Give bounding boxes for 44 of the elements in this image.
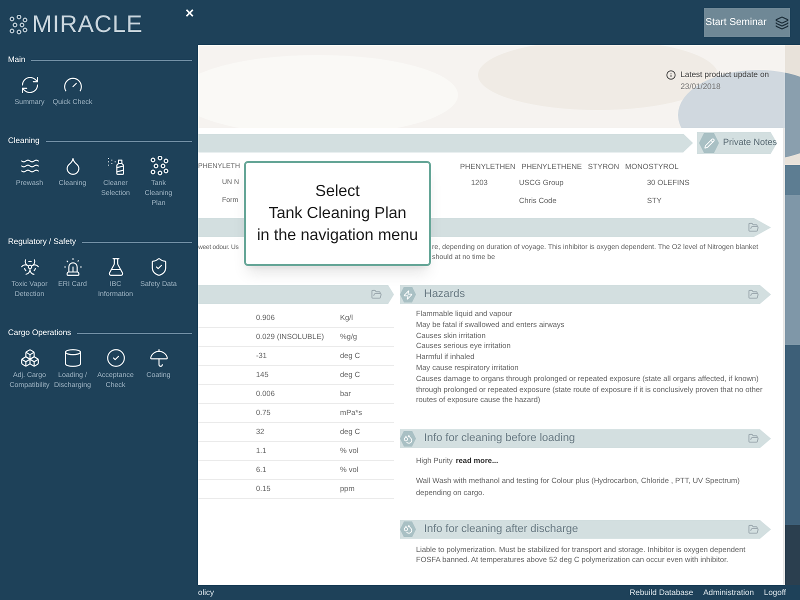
section-title: Info for cleaning after discharge (424, 522, 578, 538)
cylinder-icon (62, 348, 82, 368)
private-notes-button[interactable]: Private Notes (697, 132, 778, 154)
section-title: Info for cleaning before loading (424, 431, 576, 446)
section-header[interactable]: Info for cleaning before loading (400, 429, 772, 448)
folder-icon[interactable] (748, 433, 760, 444)
folder-icon[interactable] (748, 289, 760, 300)
tooltip-line: in the navigation menu (257, 226, 418, 246)
droplets-icon (403, 434, 413, 444)
siren-icon (62, 257, 82, 277)
section-heading: Cargo Operations (8, 327, 72, 339)
biohazard-icon (20, 257, 40, 277)
tooltip-line: Tank Cleaning Plan (268, 204, 406, 224)
update-date: 23/01/2018 (680, 81, 722, 93)
section-heading: Regulatory / Safety (8, 236, 76, 248)
folder-icon[interactable] (371, 289, 382, 300)
footer-link[interactable]: Administration (703, 586, 754, 598)
refresh-icon (20, 75, 40, 95)
app-logo: MIRACLE (32, 10, 143, 40)
tooltip-line: Select (315, 182, 360, 202)
section-title: Hazards (424, 287, 465, 302)
pencil-icon (704, 138, 714, 148)
section-heading: Main (8, 54, 26, 66)
folder-icon[interactable] (748, 524, 760, 535)
footer-link[interactable]: Rebuild Database (630, 586, 694, 598)
layers-icon (774, 16, 789, 30)
lightning-icon (403, 290, 413, 300)
logo-icon (8, 14, 28, 34)
info-icon (666, 70, 676, 80)
section-heading: Cleaning (8, 135, 40, 147)
folder-icon[interactable] (748, 222, 760, 233)
footer-link[interactable]: olicy (198, 586, 214, 598)
section-header[interactable]: Hazards (400, 285, 772, 304)
dots-icon (148, 156, 168, 176)
start-seminar-button[interactable]: Start Seminar (704, 8, 790, 37)
footer-link[interactable]: Logoff (764, 586, 786, 598)
update-label: Latest product update on (680, 69, 769, 81)
umbrella-icon (148, 348, 168, 368)
check-circle-icon (106, 348, 126, 368)
droplets-icon (403, 524, 413, 534)
section-header[interactable]: Info for cleaning after discharge (400, 520, 772, 539)
close-button[interactable]: × (185, 6, 194, 21)
scrollbar[interactable] (783, 128, 786, 585)
boxes-icon (20, 348, 40, 368)
